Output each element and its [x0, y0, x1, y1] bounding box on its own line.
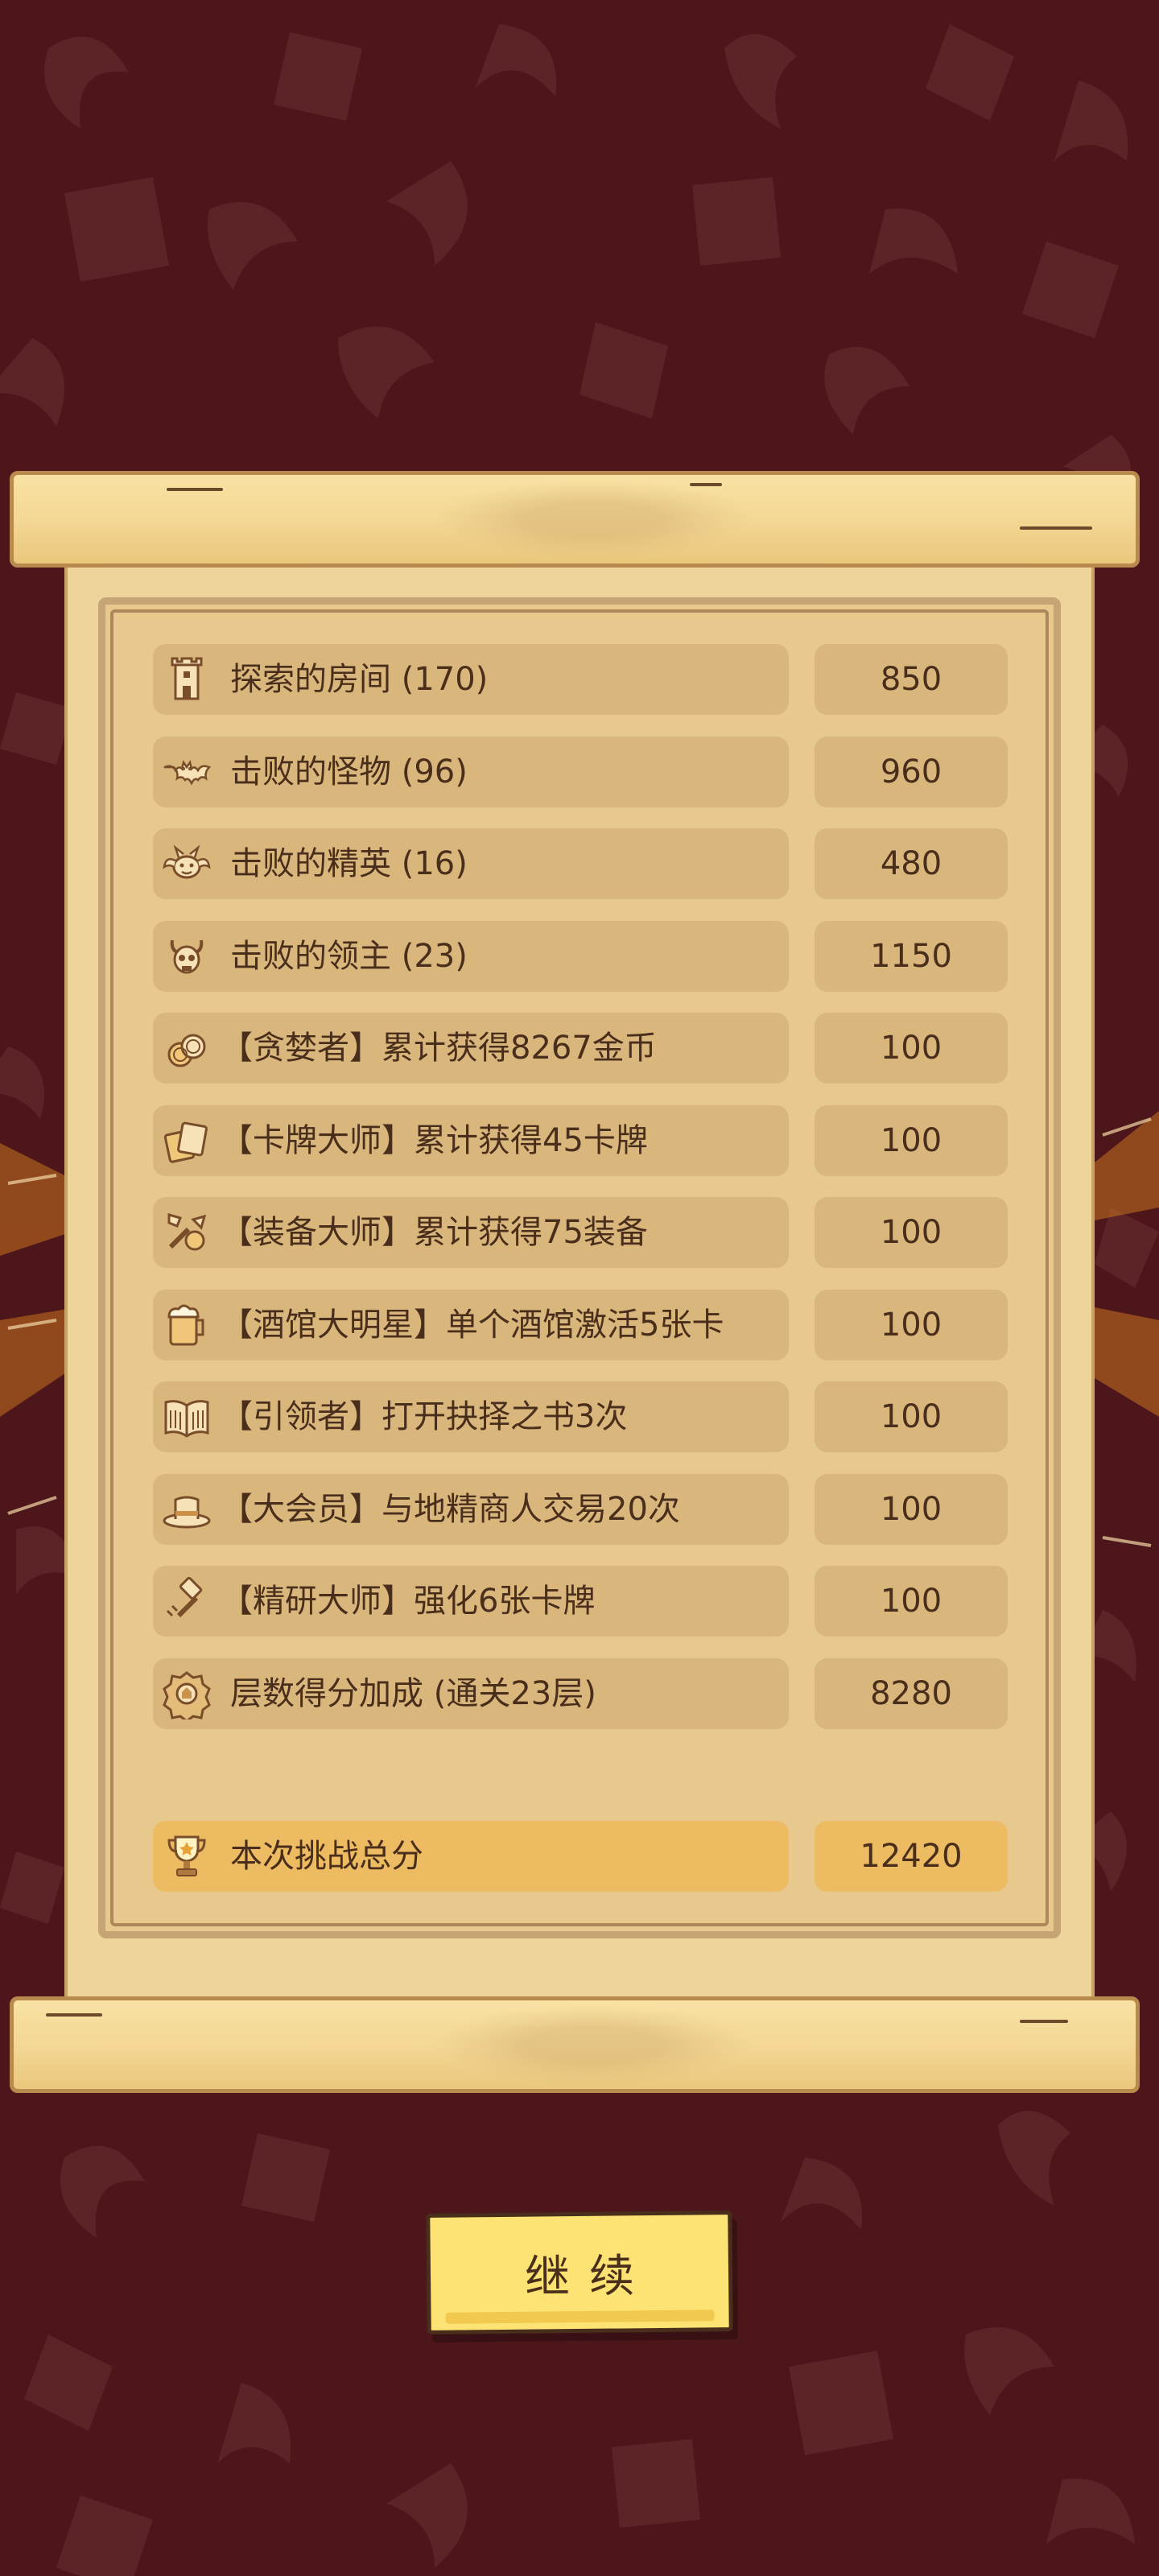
score-row-value: 850: [815, 644, 1008, 715]
coin-stack-icon: [167, 1034, 206, 1067]
score-row: 探索的房间 (170) 850: [153, 644, 1008, 715]
score-row-value: 100: [815, 1474, 1008, 1545]
beer-mug-icon: [167, 1304, 204, 1346]
score-row-label-box: 击败的怪物 (96): [153, 737, 789, 807]
score-row-value: 1150: [815, 921, 1008, 992]
score-row-label: 【酒馆大明星】单个酒馆激活5张卡: [221, 1307, 724, 1344]
score-row-label-box: 【精研大师】强化6张卡牌: [153, 1566, 789, 1637]
cards-icon: [163, 1121, 208, 1163]
score-row-label-box: 【贪婪者】累计获得8267金币: [153, 1013, 789, 1084]
score-row-label: 击败的精英 (16): [230, 845, 468, 882]
castle-tower-icon: [171, 657, 203, 700]
total-score-value: 12420: [815, 1821, 1008, 1892]
horned-skull-icon: [170, 939, 204, 974]
score-row-value: 100: [815, 1290, 1008, 1360]
score-row: 【酒馆大明星】单个酒馆激活5张卡 100: [153, 1290, 1008, 1360]
hammer-icon: [166, 1576, 203, 1618]
trophy-icon: [167, 1835, 206, 1876]
score-row-label-box: 层数得分加成 (通关23层): [153, 1658, 789, 1729]
score-row-value: 100: [815, 1013, 1008, 1084]
equipment-icon: [167, 1213, 207, 1251]
scroll-bottom-rod: [10, 1996, 1140, 2093]
score-row-label-box: 探索的房间 (170): [153, 644, 789, 715]
continue-button[interactable]: 继续: [426, 2211, 733, 2334]
score-row-label: 【引领者】打开抉择之书3次: [221, 1398, 628, 1435]
score-row-label-box: 【引领者】打开抉择之书3次: [153, 1381, 789, 1452]
score-row-label: 击败的领主 (23): [230, 938, 468, 975]
open-book-icon: [164, 1400, 209, 1438]
score-row-value: 8280: [815, 1658, 1008, 1729]
total-score-label-box: 本次挑战总分: [153, 1821, 789, 1892]
score-row-label: 【卡牌大师】累计获得45卡牌: [221, 1122, 648, 1159]
score-row-value: 100: [815, 1381, 1008, 1452]
scroll-top-rod: [10, 471, 1140, 568]
score-row-label-box: 【装备大师】累计获得75装备: [153, 1197, 789, 1268]
score-row-label: 击败的怪物 (96): [230, 753, 468, 791]
score-row: 【引领者】打开抉择之书3次 100: [153, 1381, 1008, 1452]
score-row-label: 层数得分加成 (通关23层): [230, 1675, 596, 1712]
score-row-label: 【装备大师】累计获得75装备: [221, 1214, 648, 1251]
horned-demon-icon: [163, 844, 211, 879]
floor-badge-icon: [163, 1671, 211, 1719]
score-row-label: 【大会员】与地精商人交易20次: [221, 1491, 680, 1528]
score-row-label: 【贪婪者】累计获得8267金币: [221, 1030, 657, 1067]
bat-icon: [163, 759, 212, 786]
score-row-label-box: 【卡牌大师】累计获得45卡牌: [153, 1105, 789, 1176]
score-row-value: 100: [815, 1566, 1008, 1637]
continue-button-label: 继续: [524, 2249, 654, 2304]
score-row: 【装备大师】累计获得75装备 100: [153, 1197, 1008, 1268]
total-score-row: 本次挑战总分 12420: [153, 1821, 1008, 1892]
total-score-label: 本次挑战总分: [230, 1838, 423, 1875]
score-row-label: 探索的房间 (170): [230, 661, 489, 698]
score-row-value: 960: [815, 737, 1008, 807]
score-row: 【贪婪者】累计获得8267金币 100: [153, 1013, 1008, 1084]
score-row-label-box: 【大会员】与地精商人交易20次: [153, 1474, 789, 1545]
score-row: 【大会员】与地精商人交易20次 100: [153, 1474, 1008, 1545]
score-row-label-box: 击败的领主 (23): [153, 921, 789, 992]
score-row: 击败的精英 (16) 480: [153, 828, 1008, 899]
score-row-label-box: 击败的精英 (16): [153, 828, 789, 899]
score-row: 层数得分加成 (通关23层) 8280: [153, 1658, 1008, 1729]
score-row-value: 100: [815, 1197, 1008, 1268]
score-row: 击败的怪物 (96) 960: [153, 737, 1008, 807]
score-row-value: 480: [815, 828, 1008, 899]
score-row: 【精研大师】强化6张卡牌 100: [153, 1566, 1008, 1637]
score-row: 击败的领主 (23) 1150: [153, 921, 1008, 992]
top-hat-icon: [163, 1496, 211, 1529]
score-row-label: 【精研大师】强化6张卡牌: [221, 1583, 596, 1620]
score-row: 【卡牌大师】累计获得45卡牌 100: [153, 1105, 1008, 1176]
score-row-label-box: 【酒馆大明星】单个酒馆激活5张卡: [153, 1290, 789, 1360]
score-row-value: 100: [815, 1105, 1008, 1176]
